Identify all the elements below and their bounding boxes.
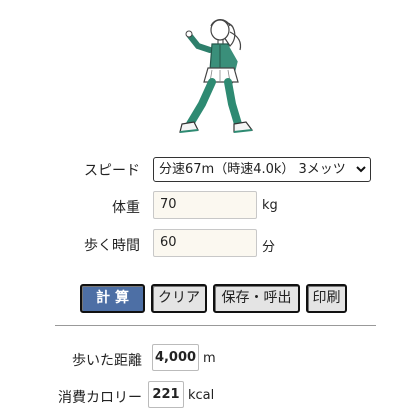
print-button[interactable]: 印刷 bbox=[306, 284, 347, 313]
chevron-down-icon bbox=[355, 158, 367, 181]
weight-input[interactable]: 70 bbox=[153, 191, 257, 219]
clear-button[interactable]: クリア bbox=[151, 284, 207, 313]
distance-label: 歩いた距離 bbox=[72, 353, 142, 369]
calories-label: 消費カロリー bbox=[58, 390, 142, 406]
time-label: 歩く時間 bbox=[84, 238, 140, 254]
speed-select-value: 分速67m（時速4.0k） 3メッツ bbox=[159, 162, 346, 177]
weight-label: 体重 bbox=[112, 200, 140, 216]
weight-unit: kg bbox=[262, 198, 278, 213]
distance-unit: m bbox=[203, 351, 216, 366]
distance-value: 4,000 bbox=[152, 344, 199, 371]
speed-select[interactable]: 分速67m（時速4.0k） 3メッツ bbox=[153, 157, 371, 182]
walking-woman-illustration bbox=[160, 6, 270, 138]
save-load-button[interactable]: 保存・呼出 bbox=[213, 284, 300, 313]
calories-unit: kcal bbox=[188, 388, 215, 403]
time-unit: 分 bbox=[262, 240, 276, 255]
divider bbox=[55, 325, 376, 326]
calculate-button[interactable]: 計算 bbox=[80, 284, 145, 313]
time-input[interactable]: 60 bbox=[153, 229, 257, 257]
speed-label: スピード bbox=[84, 163, 140, 179]
calories-value: 221 bbox=[148, 381, 184, 408]
